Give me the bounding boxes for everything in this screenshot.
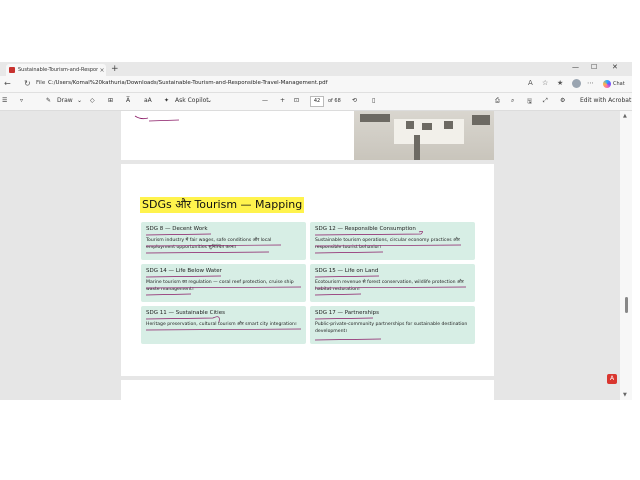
- pdf-page-next: [121, 380, 494, 400]
- read-aloud-icon[interactable]: A: [528, 79, 533, 87]
- highlight-icon[interactable]: ▿: [20, 97, 23, 104]
- pdf-page-previous: [121, 111, 494, 160]
- vertical-scrollbar[interactable]: ▲ ▼: [620, 111, 632, 400]
- favorites-icon[interactable]: ★: [557, 79, 563, 87]
- scroll-down-icon[interactable]: ▼: [623, 392, 627, 398]
- photo-table: [472, 115, 490, 125]
- text-icon[interactable]: ⊞: [108, 97, 113, 104]
- ink-annotation: [134, 115, 180, 122]
- edit-with-acrobat-button[interactable]: Edit with Acrobat: [580, 97, 631, 104]
- pdf-page-current: SDGs और Tourism — Mapping SDG 8 — Decent…: [121, 164, 494, 376]
- desktop-bottom-margin: [0, 400, 640, 480]
- desktop-top-margin: [0, 0, 640, 62]
- contents-icon[interactable]: ☰: [2, 97, 7, 104]
- pdf-document-area[interactable]: SDGs और Tourism — Mapping SDG 8 — Decent…: [0, 111, 632, 400]
- rotate-icon[interactable]: ⟲: [352, 97, 357, 104]
- acrobat-icon[interactable]: A: [607, 374, 617, 384]
- file-label: File: [36, 80, 46, 86]
- photo-image: [354, 111, 494, 160]
- scrollbar-thumb[interactable]: [625, 297, 628, 313]
- save-icon[interactable]: 🖫: [527, 97, 532, 107]
- page-view-icon[interactable]: ▯: [372, 97, 375, 104]
- ink-annotations: [145, 230, 467, 341]
- favorite-star-icon[interactable]: ☆: [542, 79, 548, 87]
- chat-label[interactable]: Chat: [613, 81, 625, 87]
- maximize-button[interactable]: ☐: [591, 63, 597, 71]
- ask-copilot-button[interactable]: Ask Copilot: [175, 97, 209, 104]
- photo-pillar: [414, 135, 420, 160]
- tab-strip: Sustainable-Tourism-and-Respons... × + —…: [0, 62, 632, 76]
- scroll-up-icon[interactable]: ▲: [623, 113, 627, 119]
- address-bar: ← ↻ File C:/Users/Komal%20kathuria/Downl…: [0, 76, 632, 93]
- pdf-icon: [9, 67, 15, 73]
- profile-avatar[interactable]: [572, 79, 581, 88]
- zoom-in-button[interactable]: +: [280, 97, 285, 104]
- photo-table: [360, 114, 390, 122]
- page-total: of 68: [328, 98, 341, 104]
- back-icon[interactable]: ←: [4, 79, 11, 88]
- text-format-button[interactable]: A̅: [126, 97, 130, 104]
- photo-table: [406, 121, 414, 129]
- more-options-icon[interactable]: ⋯: [587, 79, 594, 87]
- minimize-button[interactable]: —: [572, 63, 579, 71]
- dropdown-icon[interactable]: ⌄: [77, 97, 82, 104]
- url-field[interactable]: C:/Users/Komal%20kathuria/Downloads/Sust…: [48, 80, 328, 86]
- pdf-toolbar: ☰ ▿ ✎ Draw ⌄ ◇ ⊞ A̅ aA ✦ Ask Copilot ⌄ —…: [0, 93, 632, 111]
- search-icon[interactable]: ⌕: [511, 97, 514, 105]
- draw-icon[interactable]: ✎: [46, 97, 51, 104]
- refresh-icon[interactable]: ↻: [24, 79, 31, 88]
- immersive-reader-button[interactable]: aA: [144, 97, 152, 104]
- zoom-out-button[interactable]: —: [262, 97, 268, 104]
- browser-window: Sustainable-Tourism-and-Respons... × + —…: [0, 62, 632, 400]
- tab-title: Sustainable-Tourism-and-Respons...: [18, 67, 98, 73]
- copilot-icon[interactable]: [603, 80, 611, 88]
- fit-page-icon[interactable]: ⊡: [294, 97, 299, 104]
- dropdown-icon[interactable]: ⌄: [207, 97, 212, 104]
- settings-icon[interactable]: ⚙: [560, 97, 565, 104]
- draw-label[interactable]: Draw: [57, 97, 73, 104]
- photo-table: [444, 121, 453, 129]
- expand-icon[interactable]: ⤢: [543, 97, 548, 105]
- photo-table: [422, 123, 432, 130]
- close-tab-button[interactable]: ×: [98, 67, 106, 74]
- tab-pdf[interactable]: Sustainable-Tourism-and-Respons... ×: [6, 64, 106, 76]
- new-tab-button[interactable]: +: [111, 64, 119, 74]
- print-icon[interactable]: ⎙: [495, 97, 500, 105]
- eraser-icon[interactable]: ◇: [90, 97, 95, 104]
- page-number-input[interactable]: 42: [310, 96, 324, 107]
- copilot-small-icon[interactable]: ✦: [164, 97, 169, 104]
- close-window-button[interactable]: ✕: [612, 63, 618, 71]
